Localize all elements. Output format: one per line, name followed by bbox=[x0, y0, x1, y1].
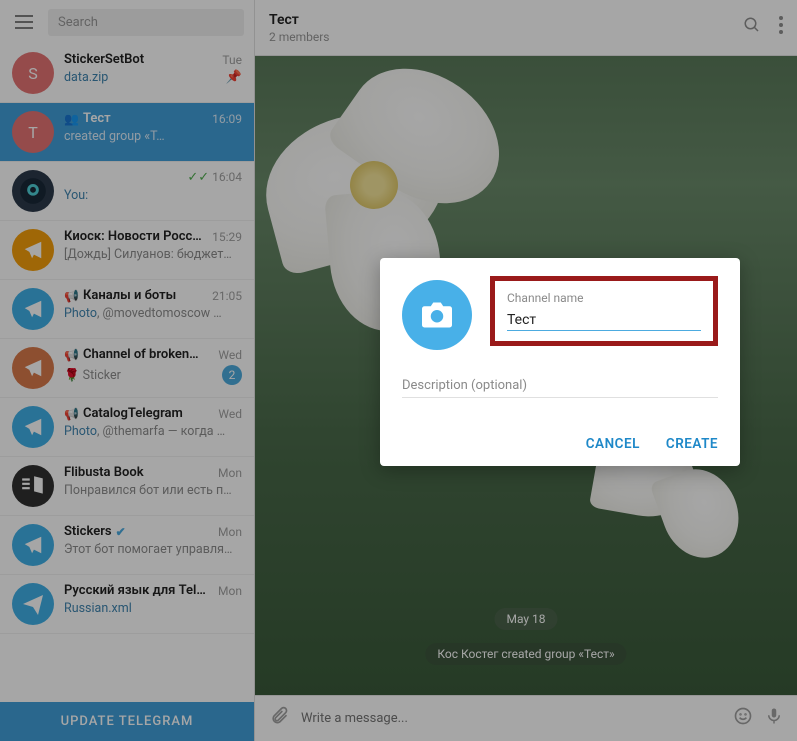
channel-name-label: Channel name bbox=[507, 291, 701, 305]
cancel-button[interactable]: CANCEL bbox=[586, 436, 640, 452]
create-button[interactable]: CREATE bbox=[666, 436, 718, 452]
channel-photo-button[interactable] bbox=[402, 280, 472, 350]
channel-name-input[interactable] bbox=[507, 312, 701, 331]
channel-name-highlight: Channel name bbox=[490, 276, 718, 346]
new-channel-modal: Channel name Description (optional) CANC… bbox=[380, 258, 740, 466]
channel-description-input[interactable]: Description (optional) bbox=[402, 378, 718, 398]
